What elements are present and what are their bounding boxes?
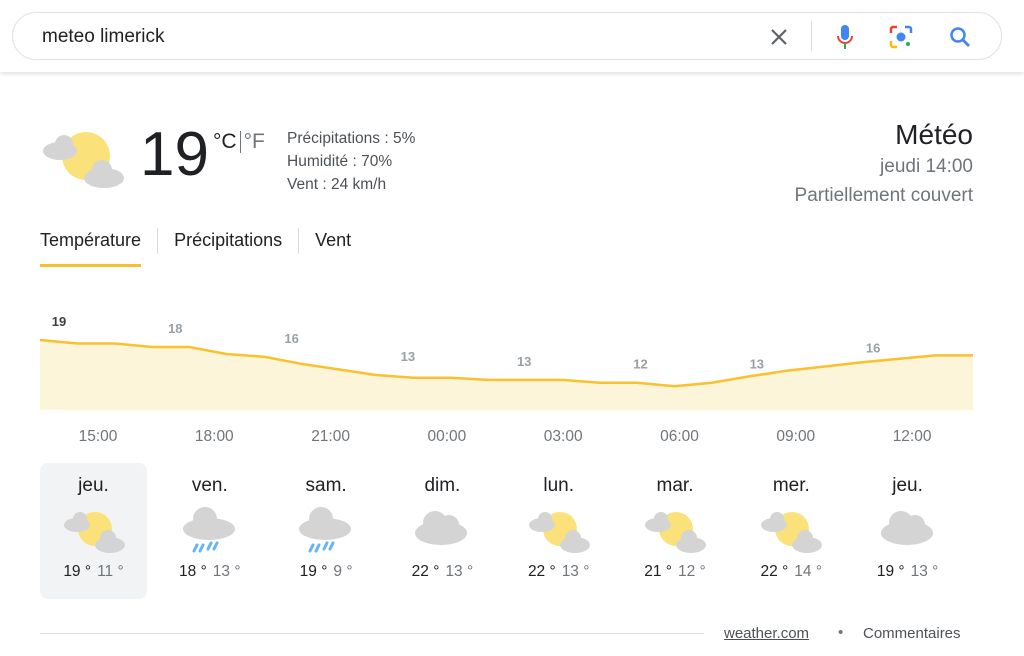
source-link[interactable]: weather.com (724, 625, 809, 642)
unit-toggle: °C °F (213, 130, 265, 154)
top-bar: meteo limerick (0, 0, 1024, 72)
weather-time: jeudi 14:00 (880, 156, 973, 177)
search-icon[interactable] (946, 23, 974, 51)
high-temp: 22 ° (760, 563, 789, 580)
weather-details: Précipitations : 5% Humidité : 70% Vent … (287, 127, 415, 196)
search-input[interactable]: meteo limerick (42, 26, 164, 48)
close-icon[interactable] (765, 23, 793, 51)
weather-header: Météo jeudi 14:00 Partiellement couvert (795, 118, 973, 210)
time-label: 03:00 (543, 428, 583, 445)
data-label: 12 (633, 357, 647, 372)
high-temp: 22 ° (411, 563, 440, 580)
time-label: 12:00 (892, 428, 932, 445)
weather-condition: Partiellement couvert (794, 185, 973, 206)
time-label: 06:00 (660, 428, 699, 445)
time-label: 00:00 (427, 428, 467, 445)
rain-icon (182, 507, 235, 553)
low-temp: 14 ° (794, 563, 823, 580)
fahrenheit-button[interactable]: °F (244, 130, 265, 153)
partly-cloudy-icon (761, 512, 823, 553)
data-label: 13 (517, 354, 531, 369)
partly-cloudy-icon (528, 512, 590, 553)
day-forecast[interactable]: jeu. 19 ° 11 ° (40, 463, 147, 599)
data-label: 13 (401, 349, 415, 364)
day-forecast[interactable]: dim. 22 ° 13 ° (389, 463, 496, 599)
high-temp: 19 ° (63, 563, 92, 580)
lens-icon[interactable] (887, 23, 915, 51)
day-name: mer. (772, 475, 810, 496)
high-temp: 22 ° (527, 563, 556, 580)
high-temp: 19 ° (876, 563, 905, 580)
cloudy-icon (415, 511, 468, 545)
high-temp: 18 ° (179, 563, 207, 580)
partly-cloudy-icon (63, 512, 125, 553)
data-label: 16 (866, 341, 880, 356)
data-label: 19 (52, 314, 66, 329)
separator: • (838, 624, 844, 641)
partly-cloudy-icon (43, 132, 124, 188)
divider (40, 633, 704, 634)
low-temp: 9 ° (333, 563, 353, 580)
data-label: 18 (168, 321, 182, 336)
day-name: dim. (424, 475, 461, 496)
chart-area (40, 340, 973, 410)
humidity: Humidité : 70% (287, 153, 393, 170)
time-label: 18:00 (194, 428, 234, 445)
tab-wind[interactable]: Vent (315, 230, 351, 264)
time-label: 15:00 (78, 428, 118, 445)
day-name: jeu. (78, 475, 109, 496)
low-temp: 13 ° (445, 563, 474, 580)
high-temp: 19 ° (299, 563, 328, 580)
tab-precipitation[interactable]: Précipitations (174, 230, 282, 264)
wind: Vent : 24 km/h (287, 176, 387, 193)
day-name: sam. (305, 475, 347, 496)
time-label: 09:00 (776, 428, 816, 445)
low-temp: 12 ° (678, 563, 706, 580)
low-temp: 13 ° (910, 563, 939, 580)
divider (811, 21, 812, 51)
day-forecast[interactable]: mar. 21 ° 12 ° (622, 463, 729, 599)
precipitation: Précipitations : 5% (287, 130, 416, 147)
feedback-link[interactable]: Commentaires (863, 625, 961, 642)
celsius-button[interactable]: °C (213, 130, 237, 153)
current-temperature: 19 (140, 120, 209, 189)
low-temp: 13 ° (561, 563, 590, 580)
day-name: mar. (656, 475, 694, 496)
tabs: Température Précipitations Vent (40, 228, 351, 267)
temperature-chart: 19 18 16 13 13 12 13 16 (39, 314, 973, 410)
day-forecast[interactable]: jeu. 19 ° 13 ° (854, 463, 961, 599)
day-forecast[interactable]: sam. 19 ° 9 ° (273, 463, 380, 599)
high-temp: 21 ° (644, 563, 672, 580)
data-label: 13 (750, 357, 764, 372)
low-temp: 13 ° (212, 563, 241, 580)
cloudy-icon (880, 511, 933, 545)
search-box[interactable]: meteo limerick (12, 12, 1002, 60)
day-forecast[interactable]: lun. 22 ° 13 ° (505, 463, 612, 599)
time-label: 21:00 (311, 428, 350, 445)
day-name: jeu. (892, 475, 923, 496)
day-name: ven. (191, 475, 228, 496)
tab-temperature[interactable]: Température (40, 230, 142, 267)
data-label: 16 (284, 331, 298, 346)
weather-title: Météo (895, 119, 973, 150)
rain-icon (299, 507, 352, 553)
low-temp: 11 ° (97, 563, 124, 580)
day-name: lun. (543, 475, 574, 496)
microphone-icon[interactable] (831, 23, 859, 51)
day-forecast[interactable]: mer. 22 ° 14 ° (738, 463, 845, 599)
day-forecast[interactable]: ven. 18 ° 13 ° (156, 463, 263, 599)
partly-cloudy-icon (645, 512, 706, 553)
